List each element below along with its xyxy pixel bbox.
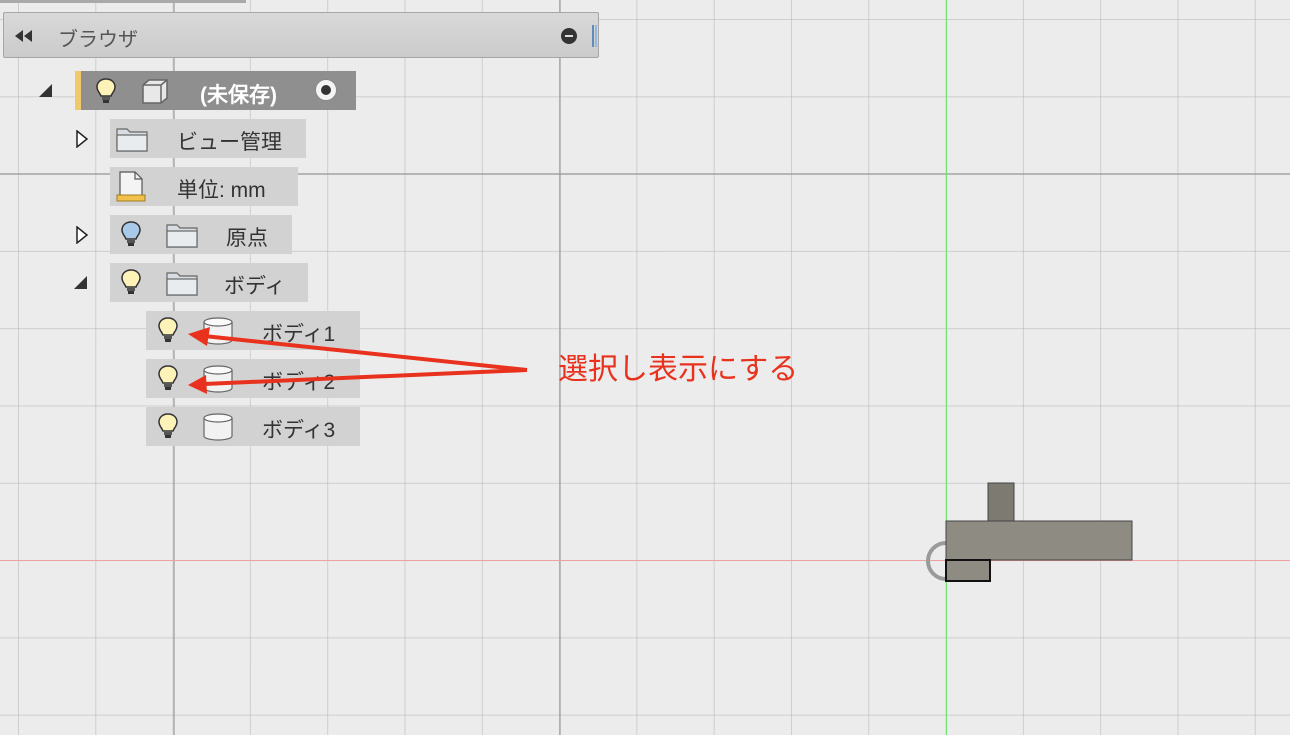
arrowhead-icon [188, 375, 207, 394]
annotation-text: 選択し表示にする [558, 353, 799, 386]
arrow-to-body-2 [203, 368, 528, 386]
arrowhead-icon [188, 327, 210, 346]
arrow-to-body-1 [203, 334, 528, 372]
